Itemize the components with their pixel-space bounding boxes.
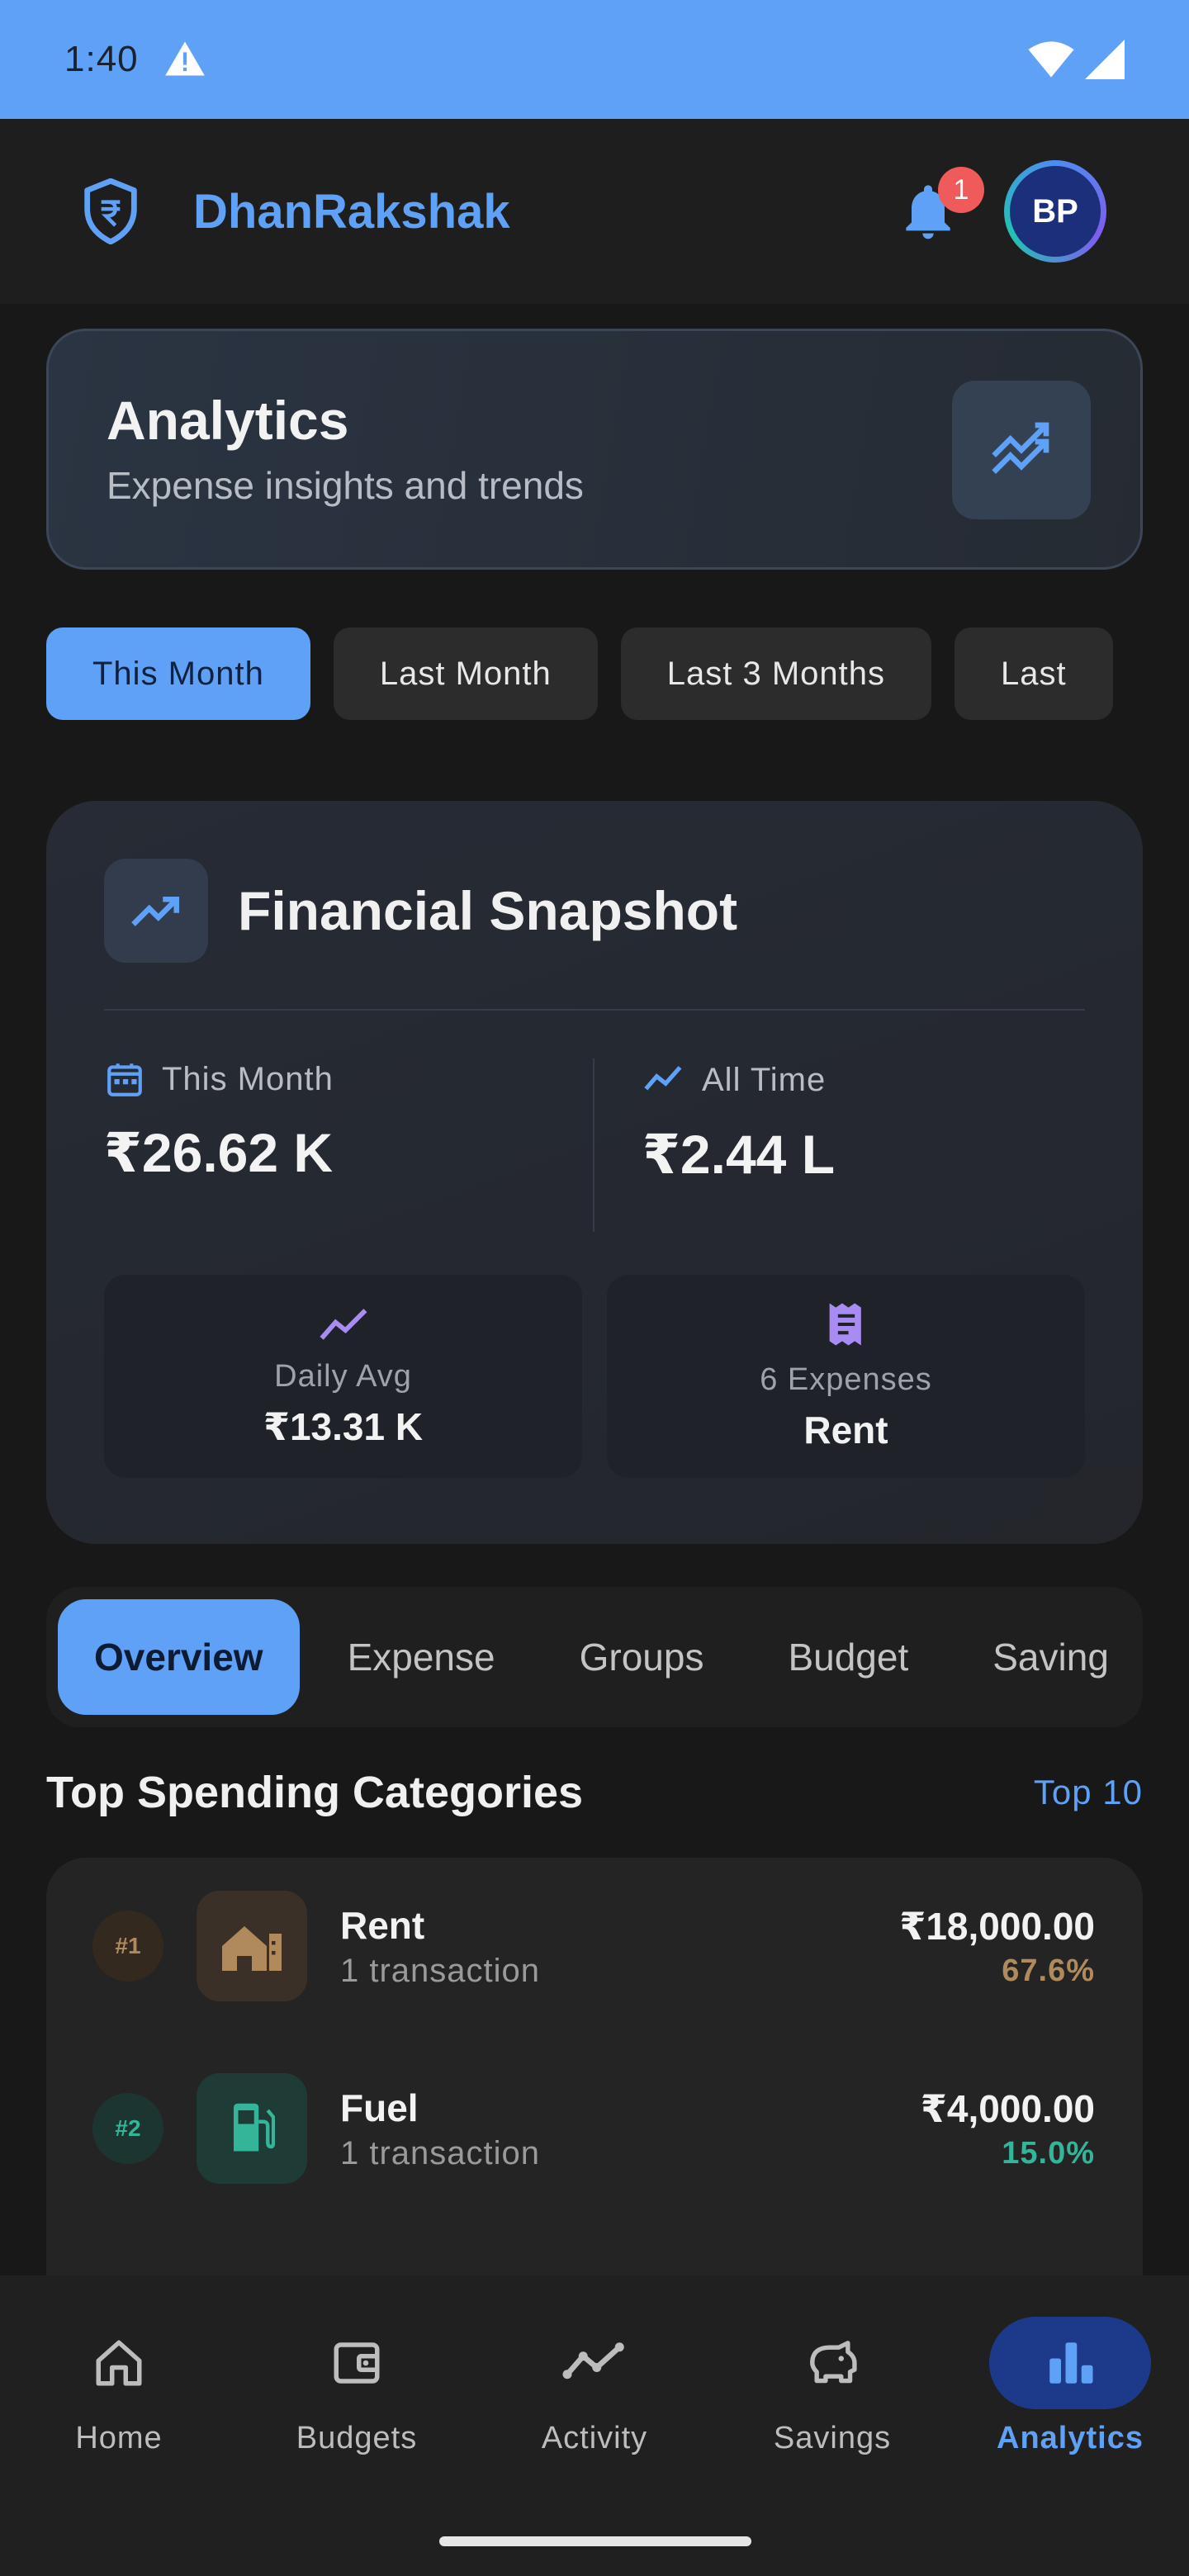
- top-expense-value: Rent: [803, 1408, 888, 1451]
- rank-badge: #2: [92, 2093, 163, 2164]
- nav-activity[interactable]: Activity: [476, 2317, 713, 2474]
- status-time: 1:40: [64, 39, 139, 79]
- section-tabs: Overview Expense Groups Budget Saving: [46, 1587, 1143, 1727]
- category-percent: 67.6%: [1002, 1953, 1095, 1988]
- trend-line-icon: [319, 1308, 367, 1340]
- financial-snapshot-card: Financial Snapshot This Month ₹26.62 K A…: [46, 801, 1143, 1544]
- app-header: DhanRakshak 1 BP: [0, 119, 1189, 304]
- line-chart-icon: [644, 1066, 682, 1091]
- app-name: DhanRakshak: [193, 184, 510, 239]
- all-time-label: All Time: [702, 1061, 827, 1098]
- rank-badge: #1: [92, 1911, 163, 1982]
- avatar-initials: BP: [1010, 166, 1101, 257]
- fuel-icon-box: [197, 2073, 307, 2184]
- nav-savings-label: Savings: [773, 2421, 892, 2455]
- notification-badge: 1: [938, 167, 984, 213]
- category-percent: 15.0%: [1002, 2135, 1095, 2171]
- page-title: Analytics: [107, 390, 349, 451]
- tab-overview[interactable]: Overview: [58, 1599, 300, 1715]
- nav-savings[interactable]: Savings: [713, 2317, 951, 2474]
- trending-up-icon: [131, 896, 180, 926]
- all-time-value: ₹2.44 L: [642, 1124, 836, 1185]
- category-amount: ₹4,000.00: [920, 2086, 1095, 2130]
- category-name: Rent: [340, 1903, 425, 1947]
- nav-analytics[interactable]: Analytics: [951, 2317, 1189, 2474]
- top-categories-heading: Top Spending Categories Top 10: [46, 1767, 1143, 1818]
- period-tab-this-month[interactable]: This Month: [46, 627, 310, 720]
- section-title: Top Spending Categories: [46, 1768, 584, 1817]
- period-tab-last[interactable]: Last: [955, 627, 1113, 720]
- avatar[interactable]: BP: [1004, 160, 1106, 263]
- piggy-bank-icon: [810, 2341, 857, 2384]
- trend-icon-box: [952, 381, 1091, 519]
- nav-activity-label: Activity: [541, 2421, 648, 2455]
- nav-home-label: Home: [75, 2421, 163, 2455]
- daily-avg-label: Daily Avg: [274, 1358, 412, 1394]
- wallet-icon: [334, 2342, 380, 2384]
- vertical-divider: [593, 1058, 594, 1232]
- fuel-pump-icon: [234, 2103, 275, 2152]
- daily-avg-card: Daily Avg ₹13.31 K: [104, 1275, 582, 1478]
- nav-analytics-label: Analytics: [997, 2421, 1144, 2455]
- category-amount: ₹18,000.00: [899, 1904, 1095, 1948]
- this-month-label: This Month: [162, 1060, 334, 1097]
- trending-up-icon-box: [104, 859, 208, 963]
- status-bar: 1:40: [0, 0, 1189, 119]
- home-indicator: [439, 2536, 751, 2546]
- tab-groups[interactable]: Groups: [543, 1599, 741, 1715]
- period-tab-last-month[interactable]: Last Month: [333, 627, 598, 720]
- nav-home[interactable]: Home: [0, 2317, 238, 2474]
- page-header-card: Analytics Expense insights and trends: [46, 329, 1143, 570]
- top-10-link[interactable]: Top 10: [1034, 1773, 1143, 1812]
- nav-budgets[interactable]: Budgets: [238, 2317, 476, 2474]
- wifi-icon: [1028, 41, 1074, 78]
- period-tabs: This Month Last Month Last 3 Months Last: [46, 627, 1143, 720]
- warning-icon: [164, 41, 205, 76]
- bottom-navigation: Home Budgets Activity Savings Analytics: [0, 2275, 1189, 2576]
- home-icon: [96, 2340, 142, 2386]
- category-name: Fuel: [340, 2086, 419, 2129]
- double-trend-icon: [992, 422, 1049, 475]
- house-icon: [222, 1926, 282, 1971]
- nav-budgets-label: Budgets: [296, 2421, 418, 2455]
- calendar-icon: [107, 1063, 142, 1096]
- rent-icon-box: [197, 1891, 307, 2001]
- cellular-icon: [1085, 40, 1125, 79]
- snapshot-title: Financial Snapshot: [238, 880, 738, 941]
- page-subtitle: Expense insights and trends: [107, 464, 584, 507]
- expenses-card: 6 Expenses Rent: [607, 1275, 1085, 1478]
- bar-chart-icon: [1049, 2342, 1093, 2384]
- transaction-count: 1 transaction: [340, 2134, 541, 2171]
- tab-budget[interactable]: Budget: [751, 1599, 945, 1715]
- list-item[interactable]: #2 Fuel 1 transaction ₹4,000.00 15.0%: [46, 2067, 1143, 2190]
- shield-logo-icon: [84, 178, 137, 244]
- period-tab-last-3-months[interactable]: Last 3 Months: [620, 627, 931, 720]
- tab-saving[interactable]: Saving: [956, 1599, 1143, 1715]
- transaction-count: 1 transaction: [340, 1952, 541, 1989]
- tab-expense[interactable]: Expense: [311, 1599, 532, 1715]
- expenses-count-label: 6 Expenses: [760, 1361, 932, 1397]
- list-item[interactable]: #1 Rent 1 transaction ₹18,000.00 67.6%: [46, 1884, 1143, 2008]
- this-month-value: ₹26.62 K: [104, 1122, 334, 1183]
- activity-line-icon: [562, 2342, 624, 2379]
- receipt-icon: [829, 1303, 861, 1345]
- daily-avg-value: ₹13.31 K: [263, 1404, 424, 1448]
- notifications-button[interactable]: 1: [895, 167, 984, 244]
